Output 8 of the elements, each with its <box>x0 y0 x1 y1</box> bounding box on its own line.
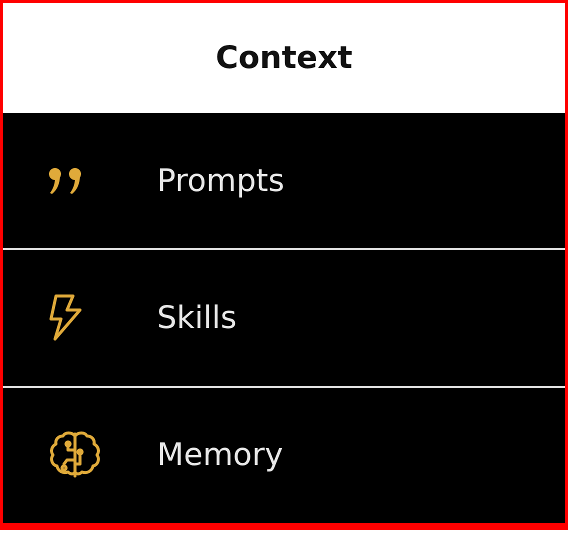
menu-item[interactable]: Prompts <box>3 113 565 250</box>
panel-title: Context <box>216 40 352 76</box>
menu-item[interactable]: Memory <box>3 388 565 523</box>
menu-item-label: Prompts <box>157 162 284 199</box>
lightning-icon <box>47 292 83 343</box>
menu-item-label: Memory <box>157 437 284 474</box>
menu-item-label: Skills <box>157 300 237 336</box>
menu-item[interactable]: Skills <box>3 250 565 388</box>
